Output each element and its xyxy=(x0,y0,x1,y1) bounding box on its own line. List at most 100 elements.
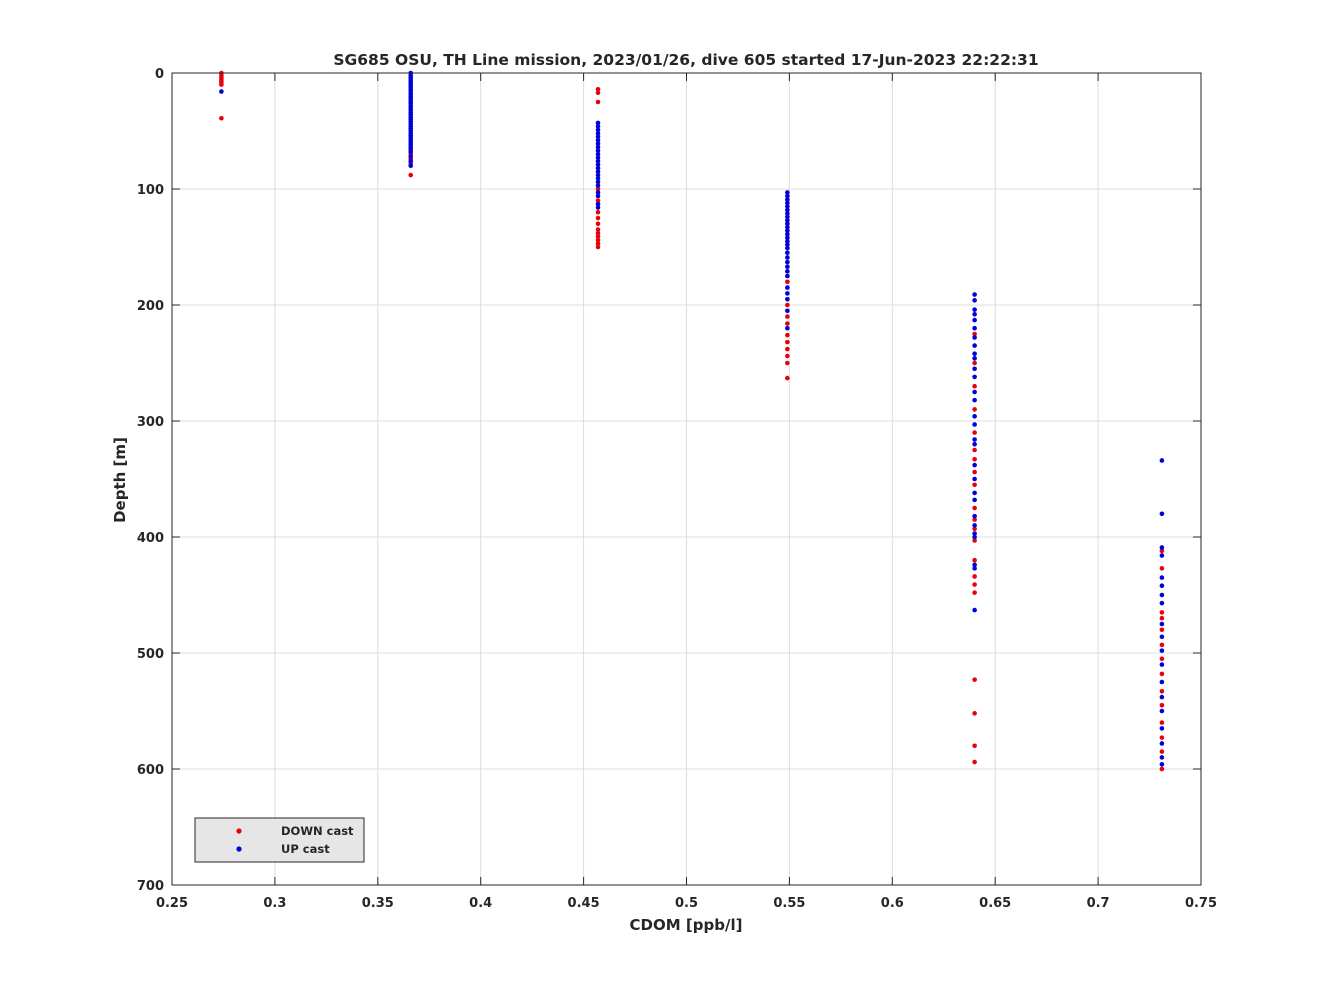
data-point xyxy=(972,711,977,716)
data-point xyxy=(1159,545,1165,550)
x-tick-label: 0.75 xyxy=(1185,896,1217,911)
data-point xyxy=(408,172,414,178)
data-point xyxy=(1159,749,1165,754)
data-point xyxy=(785,296,790,302)
y-tick-label: 200 xyxy=(137,299,164,314)
data-point xyxy=(785,353,790,359)
data-point xyxy=(972,534,977,540)
data-point xyxy=(1159,694,1165,700)
data-point xyxy=(785,279,790,285)
data-point xyxy=(785,245,790,251)
data-point xyxy=(972,523,977,528)
data-point xyxy=(785,346,790,352)
data-point xyxy=(785,325,790,331)
data-point xyxy=(595,205,601,210)
x-tick-label: 0.7 xyxy=(1087,896,1110,911)
data-point xyxy=(1159,634,1165,640)
data-point xyxy=(1159,708,1165,714)
data-point xyxy=(1159,688,1165,694)
data-point xyxy=(972,743,977,749)
data-point xyxy=(219,89,224,94)
y-tick-label: 500 xyxy=(137,647,164,662)
data-point xyxy=(595,215,601,221)
y-tick-label: 100 xyxy=(137,183,164,198)
data-point xyxy=(972,469,977,475)
legend-marker-up xyxy=(236,846,242,852)
data-point xyxy=(1159,575,1165,580)
data-point xyxy=(972,351,977,357)
scatter-chart: 0.25 0.3 0.35 0.4 0.45 0.5 0.55 0.6 0.65 0.7 0.75 … xyxy=(111,51,1217,934)
data-point xyxy=(1159,592,1165,598)
data-point xyxy=(972,356,977,361)
x-tick-label: 0.6 xyxy=(881,896,904,911)
data-point xyxy=(972,389,977,395)
data-point xyxy=(595,221,601,227)
data-point xyxy=(408,158,414,164)
data-point xyxy=(595,193,601,199)
data-point xyxy=(972,677,977,682)
data-point xyxy=(972,422,977,427)
data-point xyxy=(785,314,790,319)
y-tick-label: 600 xyxy=(137,763,164,778)
data-point xyxy=(972,407,977,412)
data-point xyxy=(1159,615,1165,621)
data-point xyxy=(972,325,977,331)
data-point xyxy=(595,209,601,215)
data-point xyxy=(972,462,977,468)
data-point xyxy=(785,250,790,256)
data-point xyxy=(972,566,977,571)
data-point xyxy=(972,582,977,587)
y-tick-label: 400 xyxy=(137,531,164,546)
data-point xyxy=(1159,755,1165,760)
data-point xyxy=(972,574,977,579)
x-tick-label: 0.3 xyxy=(263,896,286,911)
data-point xyxy=(972,430,977,435)
data-point xyxy=(1159,671,1165,677)
data-point xyxy=(972,490,977,496)
data-point xyxy=(972,383,977,389)
data-point xyxy=(1159,720,1165,725)
chart-title: SG685 OSU, TH Line mission, 2023/01/26, … xyxy=(333,51,1038,69)
data-point xyxy=(785,308,790,314)
data-point xyxy=(785,339,790,345)
data-point xyxy=(972,557,977,563)
data-point xyxy=(972,335,977,340)
data-point xyxy=(595,90,601,96)
legend-marker-down xyxy=(236,828,242,834)
y-tick-label: 300 xyxy=(137,415,164,430)
data-point xyxy=(1159,702,1165,708)
data-point xyxy=(785,285,790,290)
data-point xyxy=(1159,583,1165,589)
data-point xyxy=(972,414,977,419)
data-point xyxy=(785,269,790,274)
data-point xyxy=(972,759,977,765)
data-point xyxy=(1159,648,1165,653)
data-point xyxy=(972,360,977,366)
data-point xyxy=(972,607,977,613)
data-point xyxy=(785,273,790,279)
data-point xyxy=(1159,458,1165,463)
data-point xyxy=(972,476,977,482)
data-point xyxy=(1159,656,1165,662)
y-axis-label: Depth [m] xyxy=(111,437,129,523)
x-tick-label: 0.25 xyxy=(156,896,188,911)
data-point xyxy=(785,332,790,338)
x-tick-label: 0.35 xyxy=(362,896,394,911)
data-point xyxy=(785,259,790,265)
data-point xyxy=(785,360,790,366)
data-point xyxy=(972,317,977,323)
data-point xyxy=(408,149,414,155)
data-point xyxy=(1159,553,1165,558)
data-point xyxy=(1159,600,1165,606)
data-point xyxy=(785,302,790,308)
data-point xyxy=(972,497,977,503)
data-point xyxy=(1159,762,1165,767)
data-point xyxy=(972,366,977,372)
data-point xyxy=(972,441,977,447)
data-point xyxy=(972,374,977,380)
data-point xyxy=(785,375,790,381)
legend: DOWN cast UP cast xyxy=(194,817,365,863)
x-tick-label: 0.65 xyxy=(979,896,1011,911)
data-point xyxy=(972,590,977,595)
data-point xyxy=(1159,735,1165,740)
